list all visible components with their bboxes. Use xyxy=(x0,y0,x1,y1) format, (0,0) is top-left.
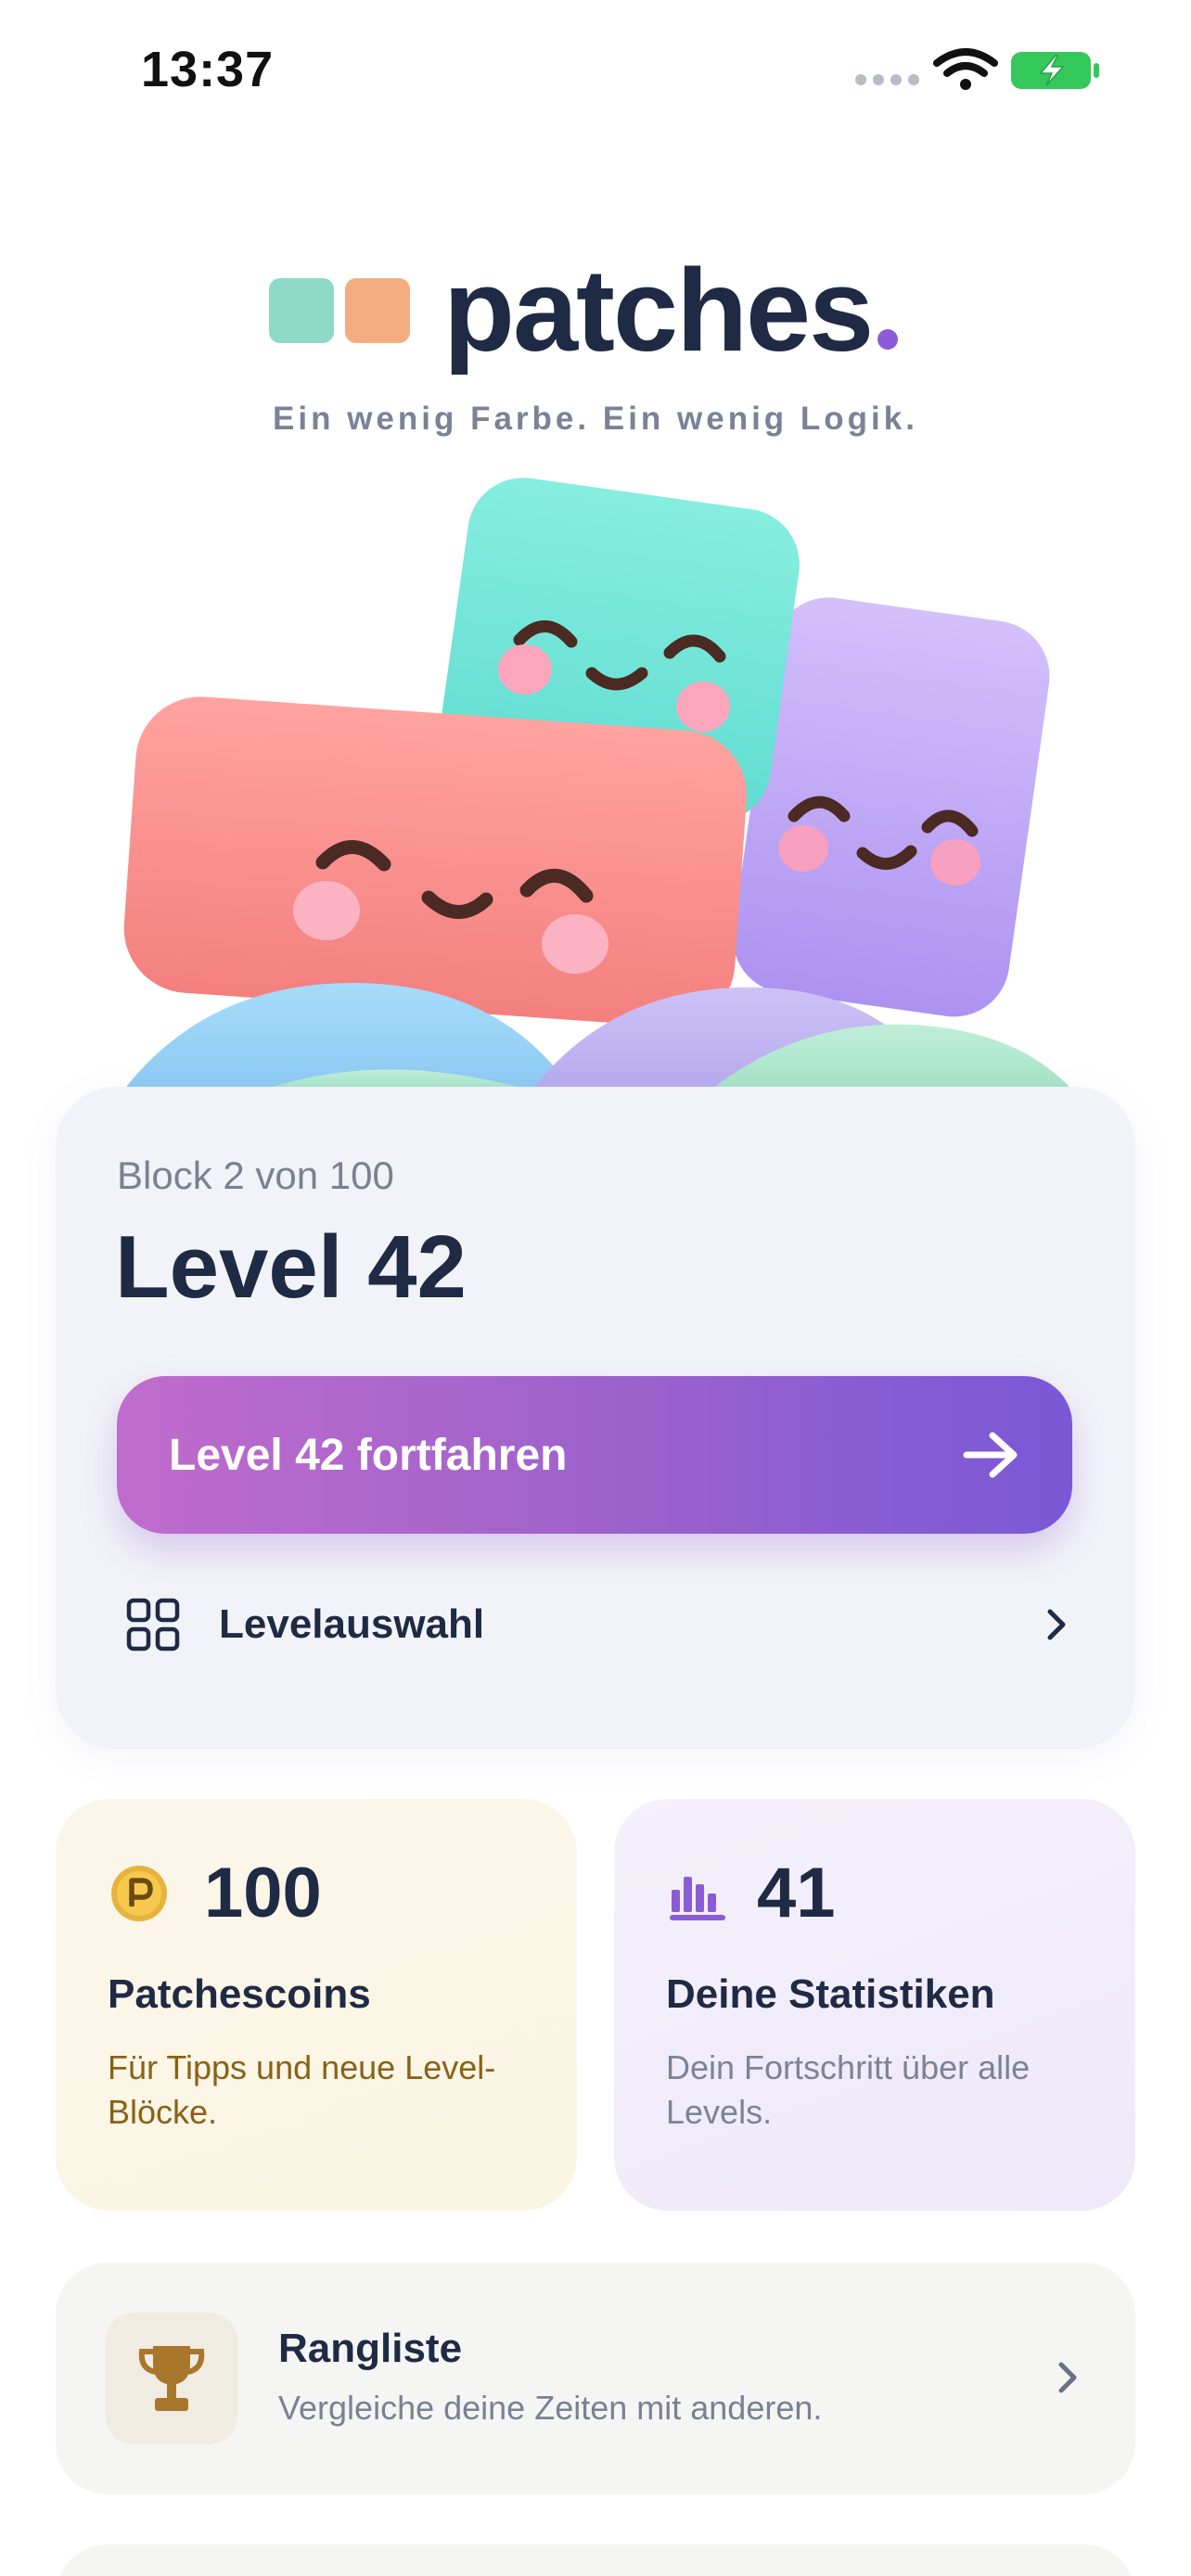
leaderboard-subtitle: Vergleiche deine Zeiten mit anderen. xyxy=(278,2389,823,2427)
chevron-right-icon xyxy=(1047,1609,1066,1640)
progress-card: Block 2 von 100 Level 42 Level 42 fortfa… xyxy=(56,1087,1135,1749)
battery-charging-icon xyxy=(1011,52,1099,89)
bar-chart-icon xyxy=(670,1877,725,1920)
tagline: Ein wenig Farbe. Ein wenig Logik. xyxy=(273,401,918,437)
signal-dots-icon xyxy=(855,74,919,85)
stats-description: Dein Fortschritt über alle Levels. xyxy=(666,2048,1031,2131)
next-card-partial xyxy=(56,2544,1135,2576)
logo-wordmark: patches xyxy=(443,245,874,376)
logo-teal-square xyxy=(269,278,334,343)
coins-description: Für Tipps und neue Level-Blöcke. xyxy=(108,2048,496,2131)
stats-value: 41 xyxy=(757,1854,836,1932)
continue-level-button[interactable]: Level 42 fortfahren xyxy=(117,1376,1072,1534)
leaderboard-title: Rangliste xyxy=(278,2326,463,2371)
leaderboard-row[interactable]: Rangliste Vergleiche deine Zeiten mit an… xyxy=(56,2263,1135,2494)
coin-icon xyxy=(111,1866,167,1921)
chevron-right-icon xyxy=(1058,2362,1077,2393)
wifi-icon xyxy=(933,48,998,90)
trophy-badge xyxy=(106,2313,237,2444)
status-bar: 13:37 xyxy=(0,0,1191,139)
arrow-right-icon xyxy=(963,1432,1018,1478)
trophy-icon xyxy=(138,2346,205,2411)
grid-icon xyxy=(126,1598,180,1651)
continue-level-label: Level 42 fortfahren xyxy=(169,1430,568,1480)
coins-card[interactable]: 100 Patchescoins Für Tipps und neue Leve… xyxy=(56,1799,577,2211)
stats-card[interactable]: 41 Deine Statistiken Dein Fortschritt üb… xyxy=(614,1799,1135,2211)
coins-value: 100 xyxy=(204,1854,322,1932)
level-title: Level 42 xyxy=(115,1218,467,1317)
block-label: Block 2 von 100 xyxy=(117,1154,394,1197)
status-time: 13:37 xyxy=(141,42,275,97)
app-logo: patches xyxy=(269,245,899,376)
stats-title: Deine Statistiken xyxy=(666,1971,995,2017)
smiling-blocks-illustration xyxy=(121,478,1076,1094)
coins-title: Patchescoins xyxy=(108,1971,371,2017)
level-select-row[interactable]: Levelauswahl xyxy=(117,1578,1072,1671)
level-select-label: Levelauswahl xyxy=(219,1601,485,1647)
logo-orange-square xyxy=(345,278,410,343)
logo-dot xyxy=(877,329,899,350)
